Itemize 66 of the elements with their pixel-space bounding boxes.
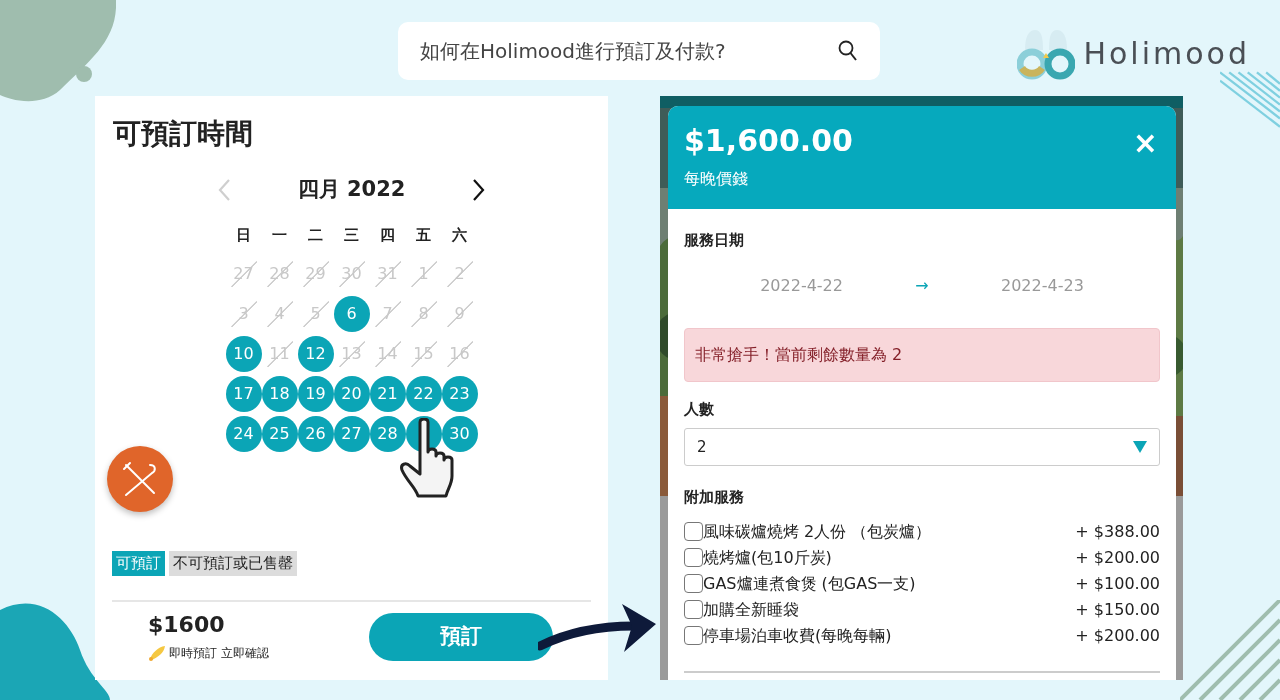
close-button[interactable]: × [1132, 128, 1158, 158]
weekday-label: 六 [451, 224, 468, 246]
addon-label: 風味碳爐燒烤 2人份 （包炭爐） [703, 520, 932, 543]
weekday-label: 五 [415, 224, 432, 246]
weekday-label: 日 [235, 224, 252, 246]
price-caption: 每晚價錢 [684, 167, 749, 190]
addon-price: + $200.00 [1075, 546, 1160, 569]
addon-price: + $150.00 [1075, 598, 1160, 621]
legend-tag: 可預訂 [112, 551, 165, 576]
price-text: $1600 [148, 611, 226, 638]
start-date[interactable]: 2022-4-22 [760, 273, 843, 298]
rocket-icon [148, 645, 166, 661]
guests-select[interactable]: 2 [684, 428, 1160, 466]
weekday-label: 四 [379, 224, 396, 246]
field-label: 服務日期 [684, 230, 745, 251]
dining-button[interactable] [107, 446, 173, 512]
addon-price: + $388.00 [1075, 520, 1160, 543]
available-day[interactable]: 20 [333, 375, 370, 412]
available-day[interactable]: 26 [297, 415, 334, 452]
addon-label: 停車場泊車收費(每晚每輛) [703, 624, 892, 647]
brand-name: Holimood [1083, 34, 1250, 73]
checkbox[interactable] [684, 548, 703, 567]
checkbox[interactable] [684, 574, 703, 593]
weekday-label: 二 [307, 224, 324, 246]
section-title: 可預訂時間 [113, 116, 254, 152]
addon-label: GAS爐連煮食煲 (包GAS一支) [703, 572, 916, 595]
available-day[interactable]: 24 [225, 415, 262, 452]
month-label: 四月 2022 [297, 176, 406, 204]
nightly-price: $1,600.00 [684, 124, 853, 159]
availability-alert: 非常搶手！當前剩餘數量為 2 [684, 327, 1160, 382]
available-day[interactable]: 19 [297, 375, 334, 412]
available-day[interactable]: 27 [333, 415, 370, 452]
available-day[interactable]: 6 [333, 295, 370, 332]
dropdown-caret-icon [1133, 441, 1147, 453]
available-day[interactable]: 17 [225, 375, 262, 412]
addon-price: + $200.00 [1075, 624, 1160, 647]
available-day[interactable]: 18 [261, 375, 298, 412]
end-date[interactable]: 2022-4-23 [1001, 273, 1084, 298]
available-day[interactable]: 22 [405, 375, 442, 412]
available-day[interactable]: 21 [369, 375, 406, 412]
checkbox[interactable] [684, 600, 703, 619]
search-icon[interactable] [838, 40, 858, 62]
legend-tag: 不可預訂或已售罄 [169, 551, 297, 576]
available-day[interactable]: 23 [441, 375, 478, 412]
available-day[interactable]: 10 [225, 335, 262, 372]
date-arrow: → [915, 274, 929, 297]
addon-label: 燒烤爐(包10斤炭) [703, 546, 832, 569]
next-month-button[interactable] [472, 177, 487, 203]
addon-label: 加購全新睡袋 [703, 598, 799, 621]
weekday-label: 三 [343, 224, 360, 246]
available-day[interactable]: 30 [441, 415, 478, 452]
instant-booking-note: 即時預訂 立即確認 [169, 645, 269, 662]
field-label: 附加服務 [684, 487, 745, 508]
field-label: 人數 [684, 398, 715, 420]
search-field[interactable]: 如何在Holimood進行預訂及付款? [398, 22, 880, 80]
available-day[interactable]: 12 [297, 335, 334, 372]
search-query: 如何在Holimood進行預訂及付款? [420, 38, 726, 65]
checkbox[interactable] [684, 522, 703, 541]
available-day[interactable]: 28 [369, 415, 406, 452]
addon-price: + $100.00 [1075, 572, 1160, 595]
available-day[interactable]: 25 [261, 415, 298, 452]
background-stripes [1220, 70, 1280, 130]
book-button[interactable]: 預訂 [369, 612, 553, 661]
checkbox[interactable] [684, 626, 703, 645]
weekday-label: 一 [271, 224, 288, 246]
background-dot [76, 66, 92, 82]
